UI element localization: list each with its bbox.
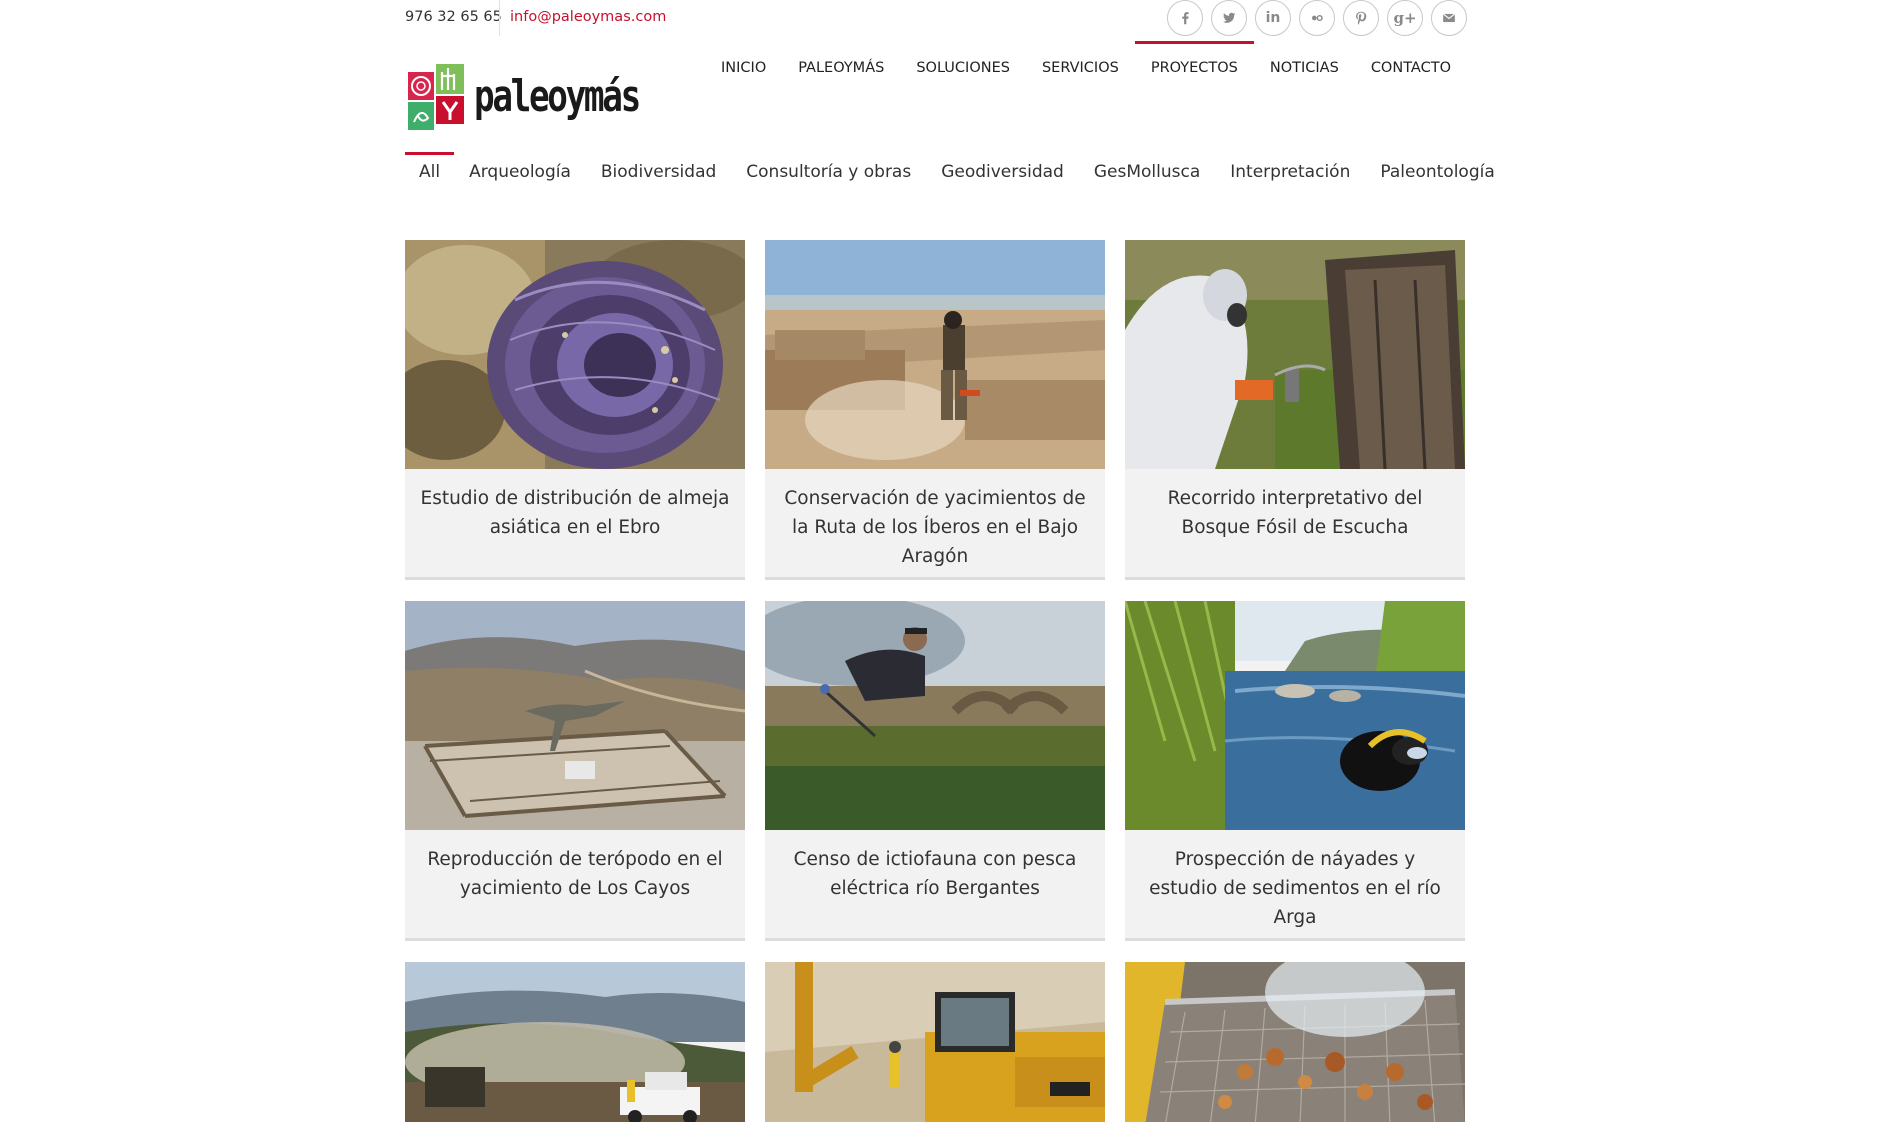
- project-card[interactable]: Reproducción de terópodo en el yacimient…: [405, 601, 745, 941]
- diver-in-river-photo: [1125, 601, 1465, 830]
- facebook-icon[interactable]: [1167, 0, 1203, 36]
- filter-gesmollusca[interactable]: GesMollusca: [1079, 152, 1215, 192]
- electrofishing-river-photo: [765, 601, 1105, 830]
- project-grid: Estudio de distribución de almeja asiáti…: [405, 240, 1467, 1122]
- google-plus-glyph: g+: [1393, 9, 1417, 27]
- flickr-icon[interactable]: [1299, 0, 1335, 36]
- top-bar: 976 32 65 65 info@paleoymas.com in g+: [405, 0, 1467, 36]
- project-card[interactable]: Prospección de náyades y estudio de sedi…: [1125, 601, 1465, 941]
- excavator-case-photo: [765, 962, 1105, 1122]
- asian-clam-shell-photo: [405, 240, 745, 469]
- filter-interpretacion[interactable]: Interpretación: [1215, 152, 1365, 192]
- phone-number: 976 32 65 65: [405, 9, 502, 25]
- project-card[interactable]: [405, 962, 745, 1122]
- divider: [499, 0, 500, 36]
- bulldozer-dust-road-photo: [405, 962, 745, 1122]
- nav-item-paleoymas[interactable]: PALEOYMÁS: [782, 44, 900, 92]
- nav-item-inicio[interactable]: INICIO: [705, 44, 782, 92]
- filter-geodiversidad[interactable]: Geodiversidad: [926, 152, 1079, 192]
- nav-item-soluciones[interactable]: SOLUCIONES: [900, 44, 1026, 92]
- filter-biodiversidad[interactable]: Biodiversidad: [586, 152, 731, 192]
- site-logo[interactable]: paleoymás: [406, 62, 641, 132]
- project-title: Censo de ictiofauna con pesca eléctrica …: [793, 849, 1077, 899]
- social-links: in g+: [1167, 0, 1467, 36]
- filter-all[interactable]: All: [405, 152, 455, 192]
- project-card[interactable]: [765, 962, 1105, 1122]
- logo-wordmark: paleoymás: [474, 71, 641, 122]
- project-title: Conservación de yacimientos de la Ruta d…: [784, 488, 1086, 567]
- mail-icon[interactable]: [1431, 0, 1467, 36]
- logo-mark-icon: [406, 62, 466, 132]
- nav-item-contacto[interactable]: CONTACTO: [1355, 44, 1467, 92]
- project-card[interactable]: Recorrido interpretativo del Bosque Fósi…: [1125, 240, 1465, 580]
- pinterest-icon[interactable]: [1343, 0, 1379, 36]
- nav-item-noticias[interactable]: NOTICIAS: [1254, 44, 1355, 92]
- project-title: Recorrido interpretativo del Bosque Fósi…: [1167, 488, 1423, 538]
- sieve-gravel-photo: [1125, 962, 1465, 1122]
- twitter-icon[interactable]: [1211, 0, 1247, 36]
- filter-paleontologia[interactable]: Paleontología: [1365, 152, 1509, 192]
- nav-item-proyectos[interactable]: PROYECTOS: [1134, 41, 1254, 92]
- linkedin-icon[interactable]: in: [1255, 0, 1291, 36]
- worker-spraying-fossil-trunk-photo: [1125, 240, 1465, 469]
- site-worker-leaf-blower-photo: [765, 240, 1105, 469]
- theropod-replica-enclosure-photo: [405, 601, 745, 830]
- project-filters: All Arqueología Biodiversidad Consultorí…: [405, 152, 1510, 192]
- project-title: Prospección de náyades y estudio de sedi…: [1149, 849, 1441, 928]
- nav-item-servicios[interactable]: SERVICIOS: [1026, 44, 1135, 92]
- project-card[interactable]: Conservación de yacimientos de la Ruta d…: [765, 240, 1105, 580]
- project-card[interactable]: Estudio de distribución de almeja asiáti…: [405, 240, 745, 580]
- google-plus-icon[interactable]: g+: [1387, 0, 1423, 36]
- filter-arqueologia[interactable]: Arqueología: [454, 152, 586, 192]
- linkedin-glyph: in: [1265, 10, 1281, 26]
- main-nav: INICIO PALEOYMÁS SOLUCIONES SERVICIOS PR…: [705, 41, 1467, 92]
- project-title: Estudio de distribución de almeja asiáti…: [420, 488, 730, 538]
- project-card[interactable]: [1125, 962, 1465, 1122]
- project-title: Reproducción de terópodo en el yacimient…: [427, 849, 723, 899]
- project-card[interactable]: Censo de ictiofauna con pesca eléctrica …: [765, 601, 1105, 941]
- email-link[interactable]: info@paleoymas.com: [510, 9, 666, 25]
- filter-consultoria[interactable]: Consultoría y obras: [731, 152, 926, 192]
